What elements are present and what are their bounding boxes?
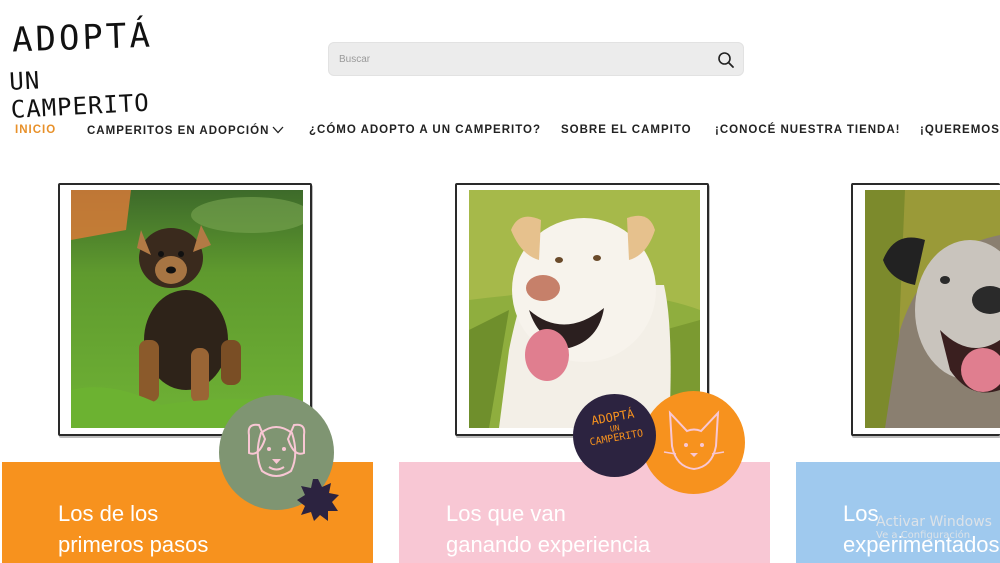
search-icon[interactable] xyxy=(717,51,735,69)
card-title: Los que van ganando experiencia xyxy=(446,498,650,560)
old-dog-photo[interactable] xyxy=(865,190,1000,428)
nav-item-sobre-el-campito[interactable]: SOBRE EL CAMPITO xyxy=(561,124,692,136)
search-input[interactable] xyxy=(339,43,709,75)
nav-item-queremos[interactable]: ¡QUEREMOS C xyxy=(920,124,1000,136)
star-burst-icon xyxy=(297,479,339,521)
nav-item-camperitos-en-adopcion[interactable]: CAMPERITOS EN ADOPCIÓN xyxy=(87,124,284,137)
puppy-photo-image xyxy=(71,190,303,428)
windows-activation-watermark: Activar Windows Ve a Configuración xyxy=(876,514,992,541)
nav-item-tienda[interactable]: ¡CONOCÉ NUESTRA TIENDA! xyxy=(715,124,901,136)
card-title-line: Los que van xyxy=(446,501,566,526)
chevron-down-icon xyxy=(272,126,284,134)
cat-icon xyxy=(663,410,725,471)
card-title: Los de los primeros pasos xyxy=(58,498,208,560)
adopta-stamp-text: ADOPTÁ UN CAMPERITO xyxy=(571,403,659,451)
site-logo[interactable]: ADOPTÁ UN CAMPERITO xyxy=(9,14,160,124)
logo-line-1: ADOPTÁ xyxy=(11,15,154,61)
category-card-experimentados[interactable]: Los experimentados xyxy=(796,462,1000,563)
card-title-line: ganando experiencia xyxy=(446,532,651,557)
nav-item-inicio[interactable]: INICIO xyxy=(15,124,56,136)
nav-item-label: CAMPERITOS EN ADOPCIÓN xyxy=(87,125,270,137)
card-title-line: Los de los xyxy=(58,501,159,526)
watermark-line: Ve a Configuración xyxy=(876,530,971,541)
puppy-photo[interactable] xyxy=(71,190,303,428)
logo-line-2: UN CAMPERITO xyxy=(8,66,151,124)
cat-badge xyxy=(642,391,745,494)
card-title-line: primeros pasos xyxy=(58,532,209,557)
old-dog-photo-image xyxy=(865,190,1000,428)
nav-item-como-adopto[interactable]: ¿CÓMO ADOPTO A UN CAMPERITO? xyxy=(309,124,541,136)
watermark-line: Activar Windows xyxy=(876,514,992,530)
main-nav: INICIO CAMPERITOS EN ADOPCIÓN ¿CÓMO ADOP… xyxy=(0,118,1000,144)
search-bar xyxy=(328,42,744,76)
adopta-stamp-badge: ADOPTÁ UN CAMPERITO xyxy=(573,394,656,477)
